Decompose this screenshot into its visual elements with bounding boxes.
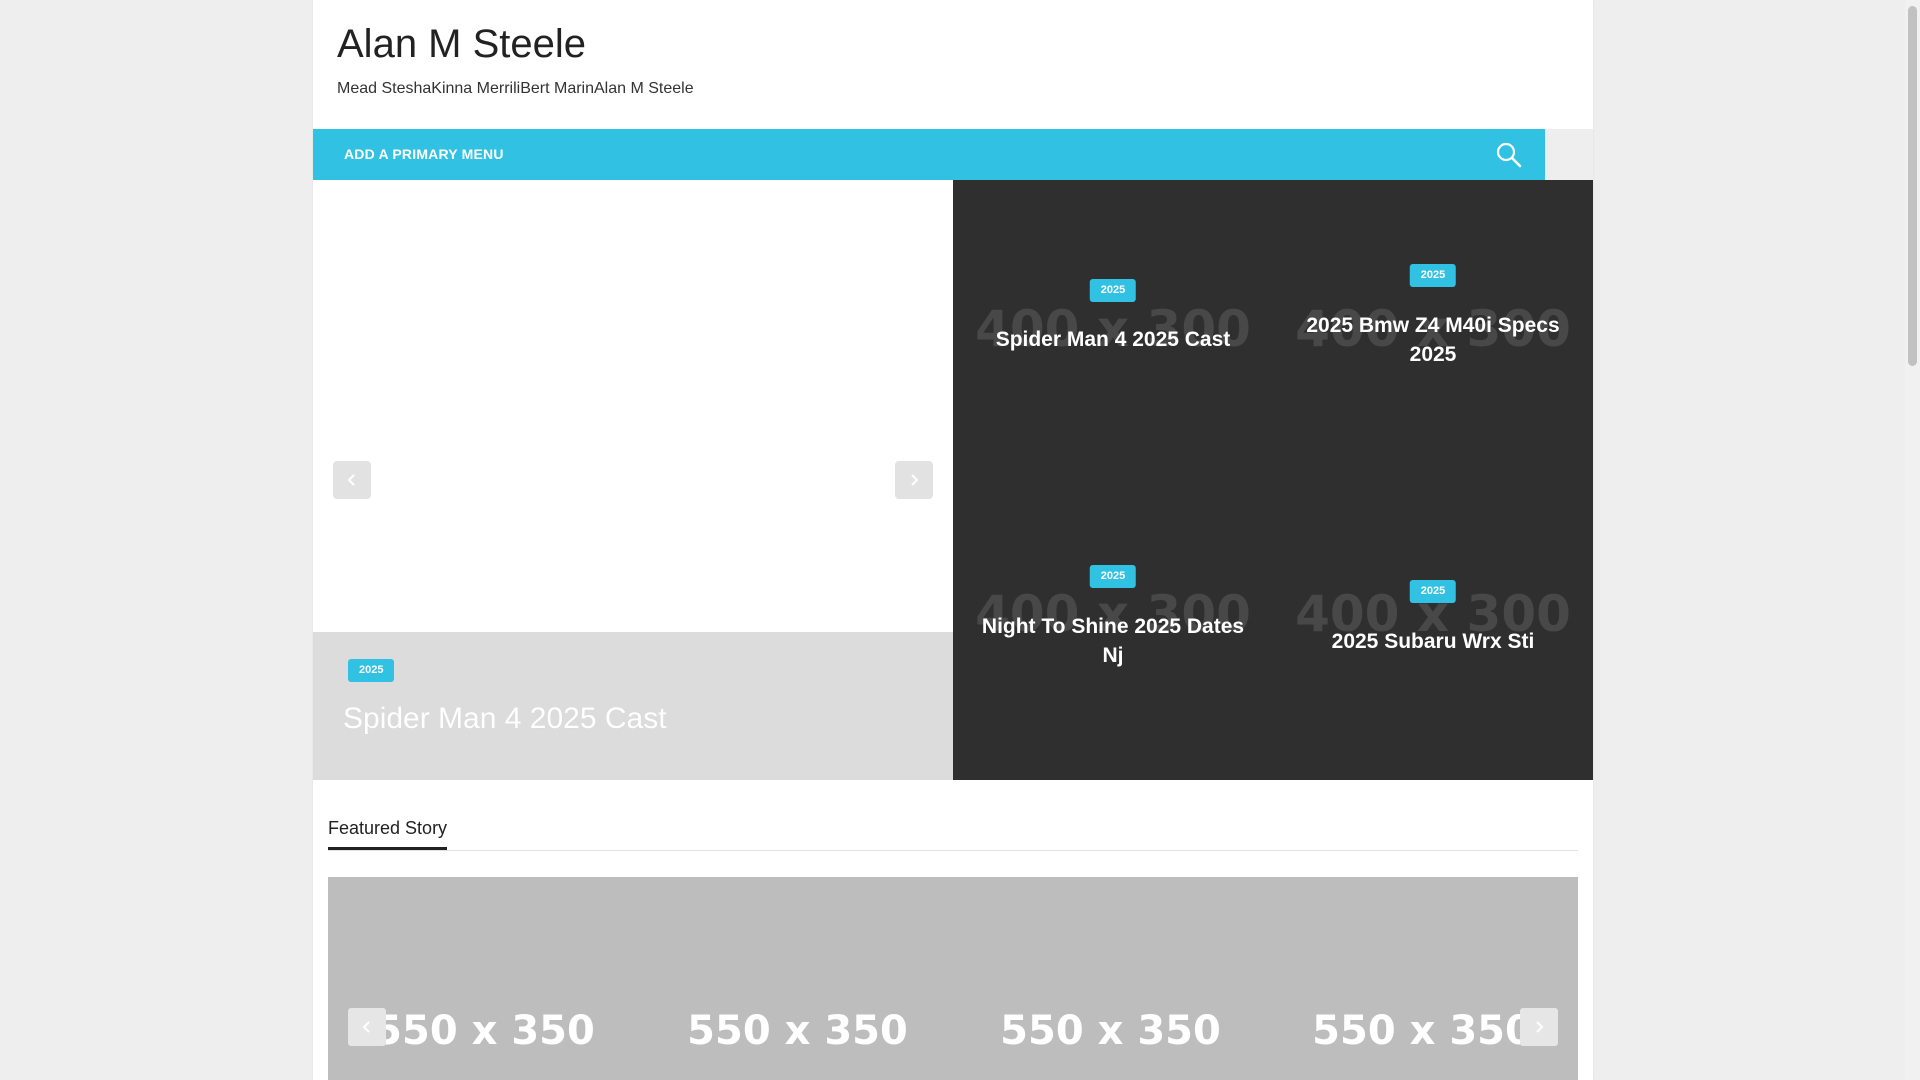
grid-post-1[interactable]: 400 x 300 2025 Spider Man 4 2025 Cast xyxy=(953,180,1273,480)
page-scrollbar[interactable] xyxy=(1905,0,1920,1080)
hero-next-button[interactable] xyxy=(895,461,933,499)
grid-post-title[interactable]: 2025 Bmw Z4 M40i Specs 2025 xyxy=(1293,311,1573,369)
category-badge[interactable]: 2025 xyxy=(1409,580,1457,603)
featured-prev-button[interactable] xyxy=(348,1008,386,1046)
featured-placeholder[interactable]: 550 x 350 xyxy=(954,1008,1267,1054)
category-badge[interactable]: 2025 xyxy=(348,659,395,682)
hero-post-title[interactable]: Spider Man 4 2025 Cast xyxy=(343,702,667,736)
category-badge[interactable]: 2025 xyxy=(1089,279,1137,302)
section-divider xyxy=(328,850,1578,851)
grid-post-title[interactable]: Spider Man 4 2025 Cast xyxy=(973,325,1253,354)
grid-post-2[interactable]: 400 x 300 2025 2025 Bmw Z4 M40i Specs 20… xyxy=(1273,180,1593,480)
chevron-right-icon xyxy=(1536,1021,1544,1033)
featured-story-heading: Featured Story xyxy=(328,818,448,850)
featured-next-button[interactable] xyxy=(1520,1008,1558,1046)
grid-post-4[interactable]: 400 x 300 2025 2025 Subaru Wrx Sti xyxy=(1273,480,1593,780)
primary-nav: ADD A PRIMARY MENU xyxy=(313,129,1545,180)
site-container: Alan M Steele Mead SteshaKinna MerriliBe… xyxy=(313,0,1593,1080)
search-icon[interactable] xyxy=(1495,141,1523,169)
featured-carousel: 550 x 350 550 x 350 550 x 350 550 x 350 xyxy=(328,877,1578,1080)
grid-post-3[interactable]: 400 x 300 2025 Night To Shine 2025 Dates… xyxy=(953,480,1273,780)
grid-post-title[interactable]: Night To Shine 2025 Dates Nj xyxy=(973,612,1253,670)
post-grid: 400 x 300 2025 Spider Man 4 2025 Cast 40… xyxy=(953,180,1593,780)
chevron-left-icon xyxy=(347,474,355,486)
chevron-left-icon xyxy=(362,1021,370,1033)
grid-post-title[interactable]: 2025 Subaru Wrx Sti xyxy=(1293,627,1573,656)
featured-placeholder[interactable]: 550 x 350 xyxy=(641,1008,954,1054)
hero-prev-button[interactable] xyxy=(333,461,371,499)
site-title[interactable]: Alan M Steele xyxy=(337,22,586,67)
nav-end-block xyxy=(1545,129,1593,180)
site-description: Mead SteshaKinna MerriliBert MarinAlan M… xyxy=(337,80,694,97)
add-primary-menu-link[interactable]: ADD A PRIMARY MENU xyxy=(344,146,504,162)
chevron-right-icon xyxy=(911,474,919,486)
hero-caption: 2025 Spider Man 4 2025 Cast xyxy=(313,632,953,780)
category-badge[interactable]: 2025 xyxy=(1409,264,1457,287)
category-badge[interactable]: 2025 xyxy=(1089,565,1137,588)
scrollbar-thumb[interactable] xyxy=(1908,6,1917,366)
hero-slider: 2025 Spider Man 4 2025 Cast xyxy=(313,180,953,780)
